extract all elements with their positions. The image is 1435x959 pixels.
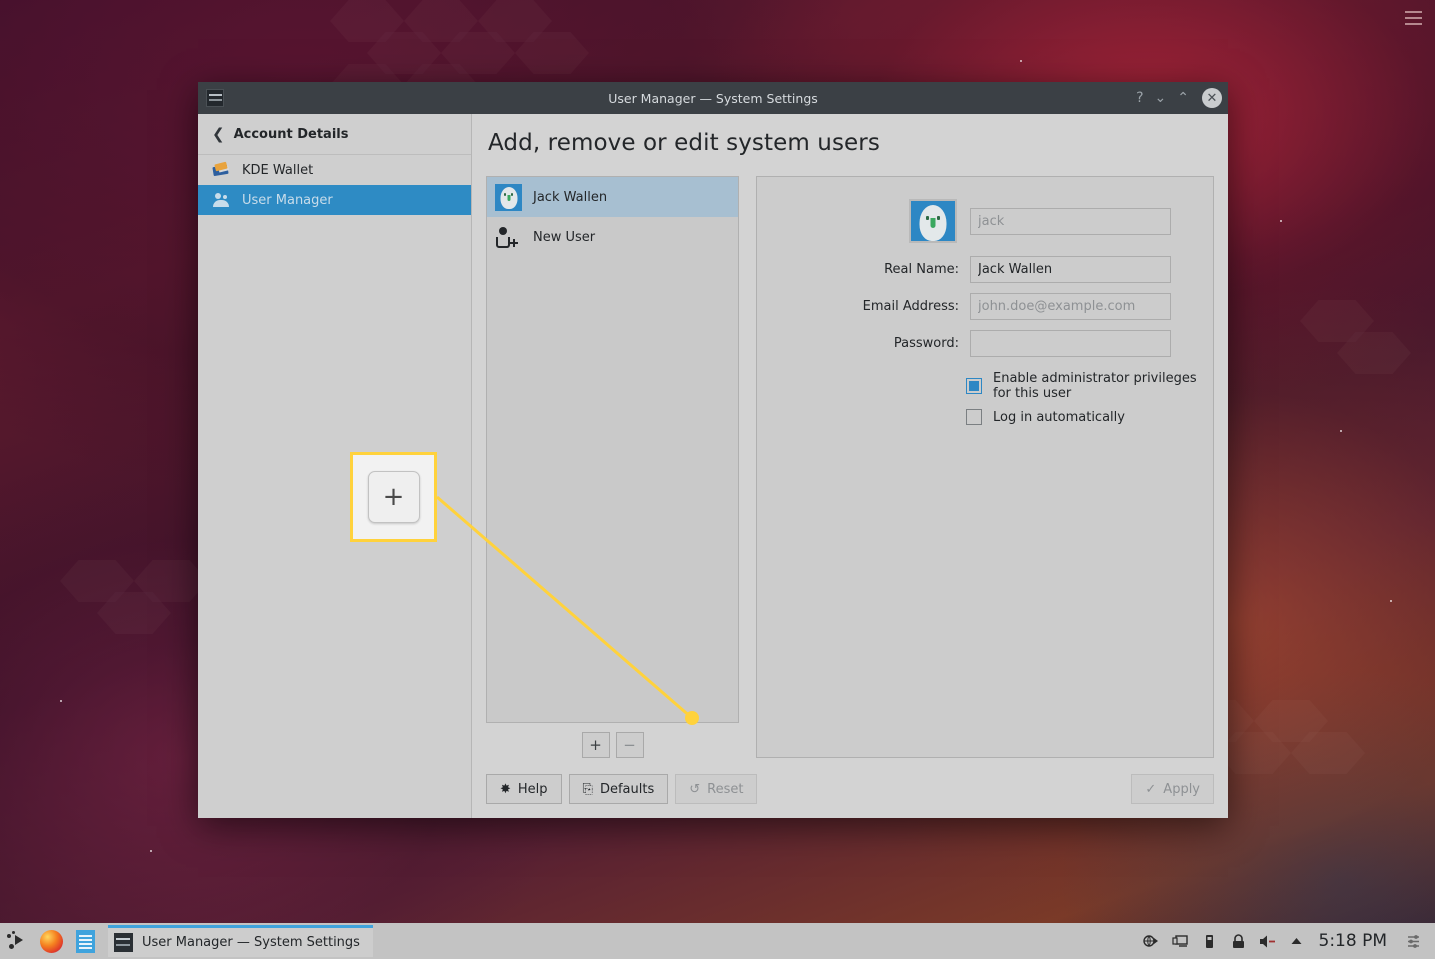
apply-button-label: Apply xyxy=(1163,781,1200,797)
volume-muted-icon[interactable] xyxy=(1255,923,1281,959)
real-name-row: Real Name: xyxy=(757,256,1213,283)
admin-privileges-row: Enable administrator privileges for this… xyxy=(757,371,1213,401)
username-field[interactable] xyxy=(970,207,1171,235)
defaults-icon: ⎘ xyxy=(582,781,593,797)
system-settings-icon xyxy=(206,89,224,107)
close-icon[interactable]: ✕ xyxy=(1202,88,1222,108)
callout-plus-icon[interactable]: + xyxy=(367,471,420,523)
system-settings-icon xyxy=(114,933,133,952)
email-row: Email Address: xyxy=(757,293,1213,320)
add-user-button[interactable]: + xyxy=(581,732,610,758)
user-list-column: Jack Wallen New User + − xyxy=(486,176,739,758)
help-button[interactable]: ✸ Help xyxy=(486,774,562,804)
sidebar-item-label: KDE Wallet xyxy=(242,162,314,178)
defaults-button-label: Defaults xyxy=(599,781,655,797)
breadcrumb-label: Account Details xyxy=(233,126,349,142)
clock[interactable]: 5:18 PM xyxy=(1313,931,1399,951)
window-titlebar[interactable]: User Manager — System Settings ? ⌄ ⌃ ✕ xyxy=(198,82,1228,114)
minimize-icon[interactable]: ⌄ xyxy=(1155,91,1167,105)
maximize-icon[interactable]: ⌃ xyxy=(1177,91,1189,105)
wallet-icon xyxy=(212,161,232,179)
auto-login-row: Log in automatically xyxy=(757,409,1213,425)
page-title: Add, remove or edit system users xyxy=(488,130,880,156)
chevron-left-icon: ❮ xyxy=(212,124,225,143)
content-panes: Jack Wallen New User + − jack Real Name:… xyxy=(486,176,1214,758)
password-label: Password: xyxy=(893,336,959,351)
admin-privileges-checkbox[interactable] xyxy=(966,378,982,394)
sidebar-item-user-manager[interactable]: User Manager xyxy=(198,185,471,215)
list-item-jack-wallen[interactable]: Jack Wallen xyxy=(487,177,738,217)
lifebuoy-icon: ✸ xyxy=(500,781,511,797)
network-globe-icon[interactable] xyxy=(1139,923,1165,959)
usb-device-icon[interactable] xyxy=(1197,923,1223,959)
application-launcher-icon[interactable] xyxy=(0,923,34,959)
users-icon xyxy=(212,191,232,209)
lock-icon[interactable] xyxy=(1226,923,1252,959)
real-name-label: Real Name: xyxy=(884,262,959,277)
add-user-icon xyxy=(495,224,522,251)
password-row: Password: xyxy=(757,330,1213,357)
window-title: User Manager — System Settings xyxy=(608,90,818,106)
sidebar-item-label: User Manager xyxy=(242,192,333,208)
firefox-icon[interactable] xyxy=(34,923,68,959)
real-name-field[interactable] xyxy=(970,256,1171,283)
window-controls: ? ⌄ ⌃ ✕ xyxy=(1136,88,1222,108)
main-content: Add, remove or edit system users Jack Wa… xyxy=(472,114,1228,818)
list-item-label: Jack Wallen xyxy=(533,189,608,205)
password-field[interactable] xyxy=(970,330,1171,357)
show-hidden-icon[interactable] xyxy=(1284,923,1310,959)
email-field[interactable] xyxy=(970,293,1171,320)
user-detail-panel: Real Name: Email Address: Password: xyxy=(756,176,1214,758)
tray-settings-icon[interactable] xyxy=(1401,923,1427,959)
document-icon[interactable] xyxy=(68,923,102,959)
system-tray: 5:18 PM xyxy=(1139,923,1435,959)
display-icon[interactable] xyxy=(1168,923,1194,959)
add-user-callout: + xyxy=(350,452,437,542)
breadcrumb-back-account-details[interactable]: ❮ Account Details xyxy=(198,114,471,155)
admin-privileges-label[interactable]: Enable administrator privileges for this… xyxy=(993,371,1213,401)
list-item-label: New User xyxy=(533,229,596,245)
taskbar-task-label: User Manager — System Settings xyxy=(142,935,360,950)
reset-button-label: Reset xyxy=(707,781,744,797)
sidebar-item-kde-wallet[interactable]: KDE Wallet xyxy=(198,155,471,185)
remove-user-button[interactable]: − xyxy=(615,732,644,758)
hamburger-menu-icon[interactable] xyxy=(1397,4,1429,32)
auto-login-checkbox[interactable] xyxy=(966,409,982,425)
help-icon[interactable]: ? xyxy=(1136,91,1143,105)
system-settings-window: User Manager — System Settings ? ⌄ ⌃ ✕ ❮… xyxy=(198,82,1228,818)
undo-icon: ↺ xyxy=(689,781,701,797)
user-list-toolbar: + − xyxy=(486,723,739,758)
email-label: Email Address: xyxy=(862,299,959,314)
reset-button: ↺ Reset xyxy=(675,774,758,804)
check-icon: ✓ xyxy=(1145,781,1157,797)
taskbar-task-user-manager[interactable]: User Manager — System Settings xyxy=(108,925,373,957)
user-avatar-icon xyxy=(495,183,522,211)
auto-login-label[interactable]: Log in automatically xyxy=(993,410,1125,425)
avatar[interactable] xyxy=(909,199,957,243)
help-button-label: Help xyxy=(517,781,548,797)
list-item-new-user[interactable]: New User xyxy=(487,217,738,257)
taskbar: User Manager — System Settings 5:18 PM xyxy=(0,923,1435,959)
defaults-button[interactable]: ⎘ Defaults xyxy=(568,774,669,804)
user-list[interactable]: Jack Wallen New User xyxy=(486,176,739,723)
window-footer: ✸ Help ⎘ Defaults ↺ Reset ✓ Apply xyxy=(486,758,1214,804)
apply-button: ✓ Apply xyxy=(1131,774,1214,804)
avatar-row xyxy=(757,199,1213,243)
